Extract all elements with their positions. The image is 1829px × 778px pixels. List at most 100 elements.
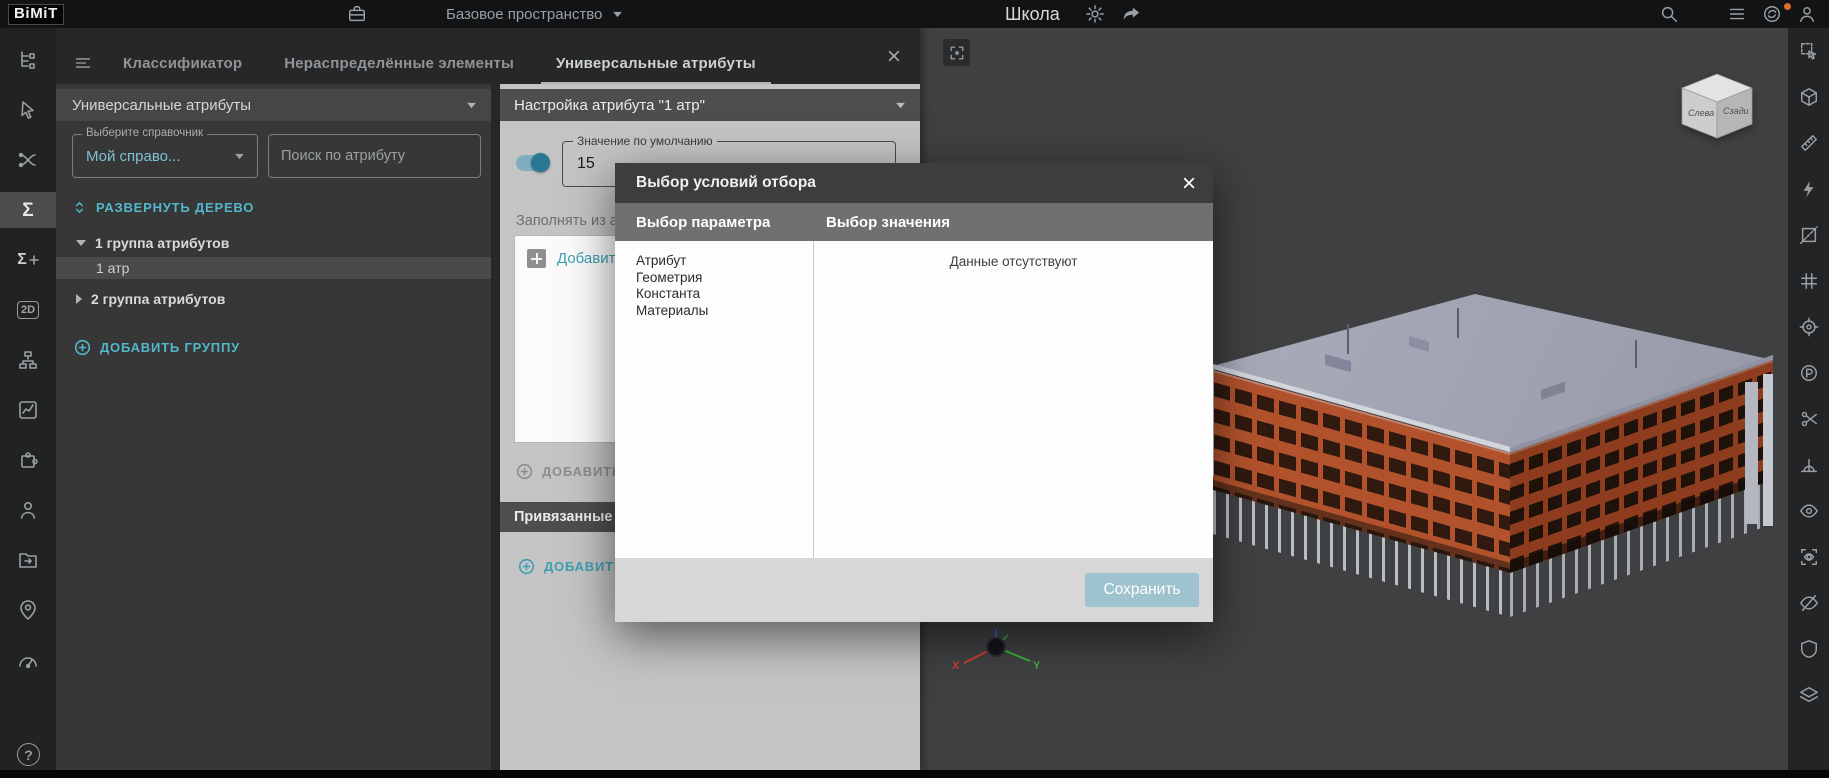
visibility-frame-icon[interactable]	[1788, 540, 1829, 574]
chevron-down-icon	[234, 153, 245, 160]
grid-icon[interactable]	[1788, 264, 1829, 298]
param-item-attribute[interactable]: Атрибут	[636, 253, 813, 270]
save-button[interactable]: Сохранить	[1085, 573, 1199, 607]
gear-icon[interactable]	[1084, 3, 1106, 25]
notification-dot	[1784, 3, 1791, 10]
fit-selection-button[interactable]	[943, 39, 970, 66]
share-icon[interactable]	[1120, 3, 1142, 25]
user-icon[interactable]	[1796, 3, 1818, 25]
empty-state-text: Данные отсутствуют	[950, 254, 1078, 269]
workspace-select[interactable]: Базовое пространство	[446, 6, 623, 23]
attribute-settings-title: Настройка атрибута "1 атр"	[514, 97, 705, 114]
layers-icon[interactable]	[1788, 678, 1829, 712]
select-cursor-icon[interactable]	[0, 92, 56, 128]
add-group-link[interactable]: ДОБАВИТЬ ГРУППУ	[74, 339, 475, 356]
menu-list-icon[interactable]	[1726, 3, 1748, 25]
modal-title-bar: Выбор условий отбора	[615, 163, 1213, 203]
reference-select[interactable]: Выберите справочник Мой справо...	[72, 134, 258, 178]
column-param-header: Выбор параметра	[615, 214, 814, 231]
tab-classifier[interactable]: Классификатор	[102, 42, 263, 84]
tab-universal-attributes[interactable]: Универсальные атрибуты	[535, 42, 777, 84]
param-item-geometry[interactable]: Геометрия	[636, 270, 813, 287]
attribute-settings-header[interactable]: Настройка атрибута "1 атр"	[500, 89, 920, 121]
sync-status-icon[interactable]	[1761, 3, 1783, 25]
modal-close-icon[interactable]	[1181, 175, 1197, 191]
tree-item-1atr[interactable]: 1 атр	[56, 257, 491, 279]
clip-scissors-icon[interactable]	[1788, 402, 1829, 436]
rooftop-antenna	[1347, 324, 1349, 354]
charts-icon[interactable]	[0, 392, 56, 428]
tree-group-2[interactable]: 2 группа атрибутов	[56, 287, 491, 311]
axis-gizmo[interactable]: X Y	[948, 625, 1044, 683]
structure-icon[interactable]	[0, 342, 56, 378]
reference-label: Выберите справочник	[82, 127, 207, 139]
left-tool-rail: Σ Σ 2D ?	[0, 28, 56, 770]
project-title: Школа	[1005, 4, 1060, 25]
tab-label: Классификатор	[123, 55, 242, 72]
caret-right-icon	[76, 294, 82, 304]
cube-back-label: Сзади	[1723, 106, 1749, 116]
param-item-constant[interactable]: Константа	[636, 286, 813, 303]
axis-x-label: X	[952, 660, 960, 672]
attribute-search-input[interactable]	[268, 134, 481, 178]
panel-tab-bar: Классификатор Нераспределённые элементы …	[56, 28, 920, 84]
modal-title: Выбор условий отбора	[636, 174, 816, 192]
attributes-sum-add-icon[interactable]: Σ	[0, 242, 56, 278]
2d-view-icon[interactable]: 2D	[0, 292, 56, 328]
measure-ruler-icon[interactable]	[1788, 126, 1829, 160]
building-model[interactable]	[1205, 278, 1785, 678]
reference-value: Мой справо...	[86, 148, 181, 165]
frame-select-icon[interactable]	[1788, 34, 1829, 68]
properties-p-icon[interactable]	[1788, 356, 1829, 390]
param-item-materials[interactable]: Материалы	[636, 303, 813, 320]
chevron-down-icon	[612, 11, 623, 18]
default-value-label: Значение по умолчанию	[573, 134, 717, 148]
dashboard-gauge-icon[interactable]	[0, 642, 56, 678]
close-panel-icon[interactable]	[884, 46, 904, 66]
hide-eye-icon[interactable]	[1788, 586, 1829, 620]
tree-group-1[interactable]: 1 группа атрибутов	[56, 231, 491, 255]
isolate-cube-icon[interactable]	[1788, 80, 1829, 114]
parameter-list: Атрибут Геометрия Константа Материалы	[615, 241, 814, 558]
visibility-eye-icon[interactable]	[1788, 494, 1829, 528]
export-folder-icon[interactable]	[0, 542, 56, 578]
universal-attributes-panel: Универсальные атрибуты Выберите справочн…	[56, 84, 491, 770]
section-box-icon[interactable]	[1788, 218, 1829, 252]
navigation-cube[interactable]: Слева Сзади	[1674, 66, 1760, 142]
toggle-knob	[531, 153, 550, 172]
rooftop-antenna	[1635, 340, 1637, 368]
tab-unallocated[interactable]: Нераспределённые элементы	[263, 42, 535, 84]
model-tree-icon[interactable]	[0, 42, 56, 78]
relations-icon[interactable]	[0, 142, 56, 178]
plus-glyph	[29, 255, 39, 265]
right-tool-rail	[1788, 28, 1829, 770]
panel-mode-value: Универсальные атрибуты	[72, 97, 251, 114]
circle-plus-icon	[518, 558, 535, 575]
filter-shield-icon[interactable]	[1788, 632, 1829, 666]
tree-group-label: 2 группа атрибутов	[91, 291, 225, 307]
modal-body: Атрибут Геометрия Константа Материалы Да…	[615, 241, 1213, 558]
plus-square-icon	[527, 249, 546, 268]
app-logo: BiMiT	[8, 4, 64, 25]
target-icon[interactable]	[1788, 310, 1829, 344]
workspace-label: Базовое пространство	[446, 6, 602, 23]
default-value-toggle[interactable]	[516, 155, 548, 171]
user-icon[interactable]	[0, 492, 56, 528]
plugins-icon[interactable]	[0, 442, 56, 478]
help-label: ?	[24, 747, 33, 763]
help-button[interactable]: ?	[17, 743, 40, 766]
attributes-sum-icon[interactable]: Σ	[0, 192, 56, 228]
clash-lightning-icon[interactable]	[1788, 172, 1829, 206]
share-arrow-glyph	[1121, 4, 1141, 24]
axis-y-label: Y	[1033, 660, 1041, 672]
search-icon[interactable]	[1658, 3, 1680, 25]
panel-mode-select[interactable]: Универсальные атрибуты	[56, 89, 491, 121]
briefcase-icon[interactable]	[346, 3, 368, 25]
user-location-icon[interactable]	[0, 592, 56, 628]
angle-icon[interactable]	[1788, 448, 1829, 482]
expand-tree-link[interactable]: РАЗВЕРНУТЬ ДЕРЕВО	[72, 200, 475, 215]
value-pane: Данные отсутствуют	[814, 241, 1213, 558]
unfold-icon	[72, 200, 87, 215]
panel-menu-icon[interactable]	[70, 54, 96, 72]
sigma-glyph: Σ	[22, 201, 33, 220]
